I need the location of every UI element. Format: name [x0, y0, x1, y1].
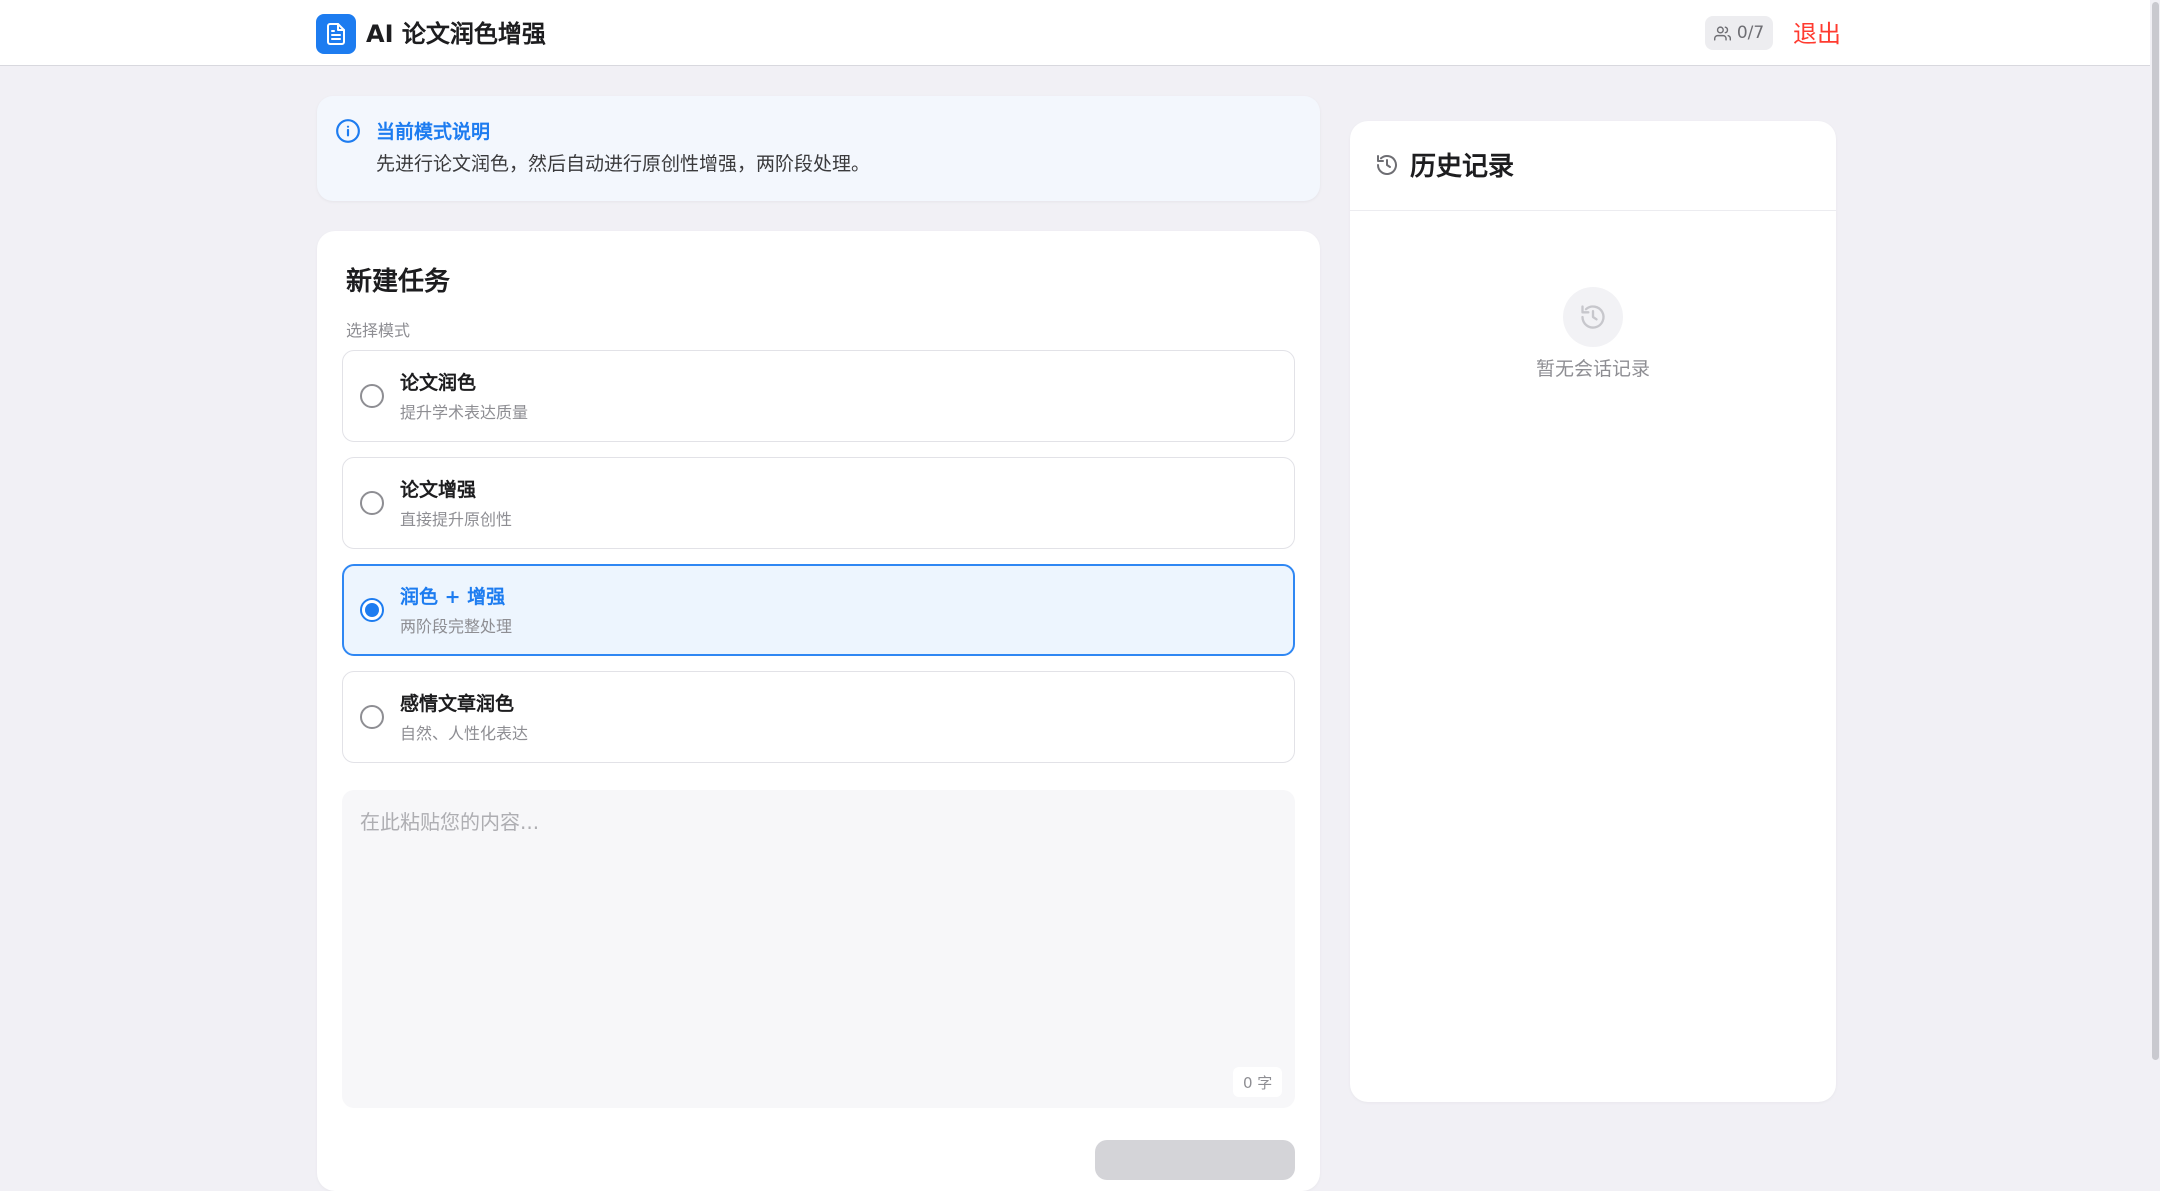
top-bar: AI 论文润色增强 0/7 退出: [0, 0, 2160, 66]
mode-option-emotional[interactable]: 感情文章润色 自然、人性化表达: [342, 671, 1295, 763]
char-count: 0 字: [1233, 1067, 1283, 1097]
mode-option-title: 论文增强: [400, 479, 477, 501]
mode-option-polish[interactable]: 论文润色 提升学术表达质量: [342, 350, 1295, 442]
radio-button-selected[interactable]: [360, 598, 384, 622]
users-icon: [1713, 25, 1731, 42]
online-users-count: 0/7: [1736, 23, 1765, 43]
document-icon: [316, 14, 356, 54]
mode-option-description: 自然、人性化表达: [400, 724, 529, 743]
radio-button[interactable]: [360, 384, 384, 408]
mode-option-polish-enhance[interactable]: 润色 + 增强 两阶段完整处理: [342, 564, 1295, 656]
history-header: 历史记录: [1350, 121, 1836, 211]
mode-option-title: 润色 + 增强: [400, 586, 506, 608]
mode-info-card: 当前模式说明 先进行论文润色，然后自动进行原创性增强，两阶段处理。: [317, 96, 1320, 201]
app-title: AI 论文润色增强: [366, 20, 546, 48]
mode-info-title: 当前模式说明: [376, 121, 491, 143]
mode-option-description: 直接提升原创性: [400, 510, 513, 529]
mode-info-description: 先进行论文润色，然后自动进行原创性增强，两阶段处理。: [376, 153, 871, 175]
history-title: 历史记录: [1410, 152, 1515, 182]
history-empty-icon: [1563, 287, 1623, 347]
submit-button[interactable]: [1095, 1140, 1295, 1180]
new-task-title: 新建任务: [346, 267, 451, 297]
mode-option-title: 论文润色: [400, 372, 477, 394]
history-empty-text: 暂无会话记录: [1535, 358, 1650, 380]
mode-select-label: 选择模式: [346, 321, 411, 340]
info-icon: [335, 118, 361, 148]
content-input[interactable]: [342, 790, 1295, 1108]
history-icon: [1375, 153, 1399, 181]
mode-option-description: 两阶段完整处理: [400, 617, 513, 636]
mode-option-title: 感情文章润色: [400, 693, 515, 715]
online-users-badge: 0/7: [1705, 16, 1773, 50]
history-panel: 历史记录 暂无会话记录: [1350, 121, 1836, 1102]
mode-option-description: 提升学术表达质量: [400, 403, 529, 422]
page-scrollbar-thumb[interactable]: [2152, 2, 2159, 1060]
mode-option-enhance[interactable]: 论文增强 直接提升原创性: [342, 457, 1295, 549]
radio-button[interactable]: [360, 491, 384, 515]
new-task-card: 新建任务 选择模式 论文润色 提升学术表达质量 论文增强 直接提升原创性 润色 …: [317, 231, 1320, 1191]
logout-button[interactable]: 退出: [1793, 18, 1841, 50]
radio-button[interactable]: [360, 705, 384, 729]
